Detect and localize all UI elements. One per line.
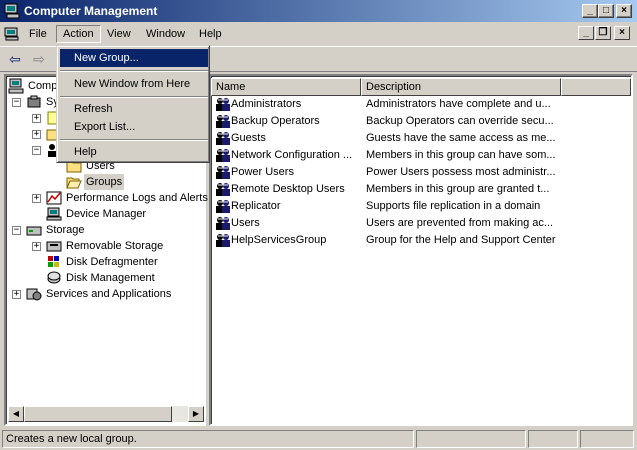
group-name: Users (231, 217, 260, 229)
child-minimize-button[interactable]: _ (578, 26, 594, 40)
expand-toggle[interactable]: + (32, 114, 41, 123)
menu-separator (60, 70, 208, 72)
tree-label: Removable Storage (66, 240, 164, 252)
menu-separator (60, 139, 208, 141)
menu-bar: File Action View Window Help _ ❐ × (0, 23, 637, 45)
device-manager-icon (46, 207, 62, 221)
tree-label: Services and Applications (46, 288, 172, 300)
window-title: Computer Management (24, 4, 158, 18)
group-name: HelpServicesGroup (231, 234, 327, 246)
column-header-description[interactable]: Description (361, 78, 561, 96)
group-icon (215, 113, 231, 129)
group-icon (215, 147, 231, 163)
group-description: Users are prevented from making ac... (366, 217, 554, 229)
status-panel-3 (528, 430, 578, 448)
tree-label: Disk Management (66, 272, 155, 284)
status-panel-2 (416, 430, 526, 448)
group-name: Replicator (231, 200, 281, 212)
scroll-left-button[interactable]: ◀ (8, 406, 24, 422)
tree-label: Disk Defragmenter (66, 256, 158, 268)
group-icon (215, 96, 231, 112)
computer-management-icon (4, 3, 20, 19)
horizontal-scrollbar[interactable]: ◀ ▶ (8, 406, 204, 422)
minimize-button[interactable]: _ (582, 4, 598, 18)
group-description: Supports file replication in a domain (366, 200, 541, 212)
menu-help[interactable]: Help (193, 25, 228, 43)
services-icon (26, 288, 42, 301)
expand-toggle[interactable]: + (32, 194, 41, 203)
group-name: Backup Operators (231, 115, 320, 127)
group-description: Members in this group are granted t... (366, 183, 550, 195)
group-name: Network Configuration ... (231, 149, 353, 161)
action-menu: New Group... New Window from Here Refres… (56, 45, 210, 163)
removable-storage-icon (46, 241, 62, 252)
computer-icon (8, 78, 24, 94)
status-bar: Creates a new local group. (0, 428, 637, 450)
maximize-button[interactable]: □ (598, 4, 614, 18)
status-text: Creates a new local group. (2, 430, 414, 448)
menu-item-export-list[interactable]: Export List... (60, 118, 208, 136)
scroll-right-button[interactable]: ▶ (188, 406, 204, 422)
group-icon (215, 181, 231, 197)
column-header-name[interactable]: Name (211, 78, 361, 96)
child-restore-button[interactable]: ❐ (595, 26, 611, 40)
mmc-document-icon[interactable] (4, 26, 20, 42)
menu-file[interactable]: File (23, 25, 53, 43)
menu-item-help[interactable]: Help (60, 143, 208, 161)
performance-icon (46, 191, 62, 205)
tools-icon (27, 95, 41, 108)
group-description: Administrators have complete and u... (366, 98, 551, 110)
storage-icon (26, 226, 42, 236)
tree-label: Performance Logs and Alerts (66, 192, 208, 204)
title-bar[interactable]: Computer Management _ □ × (0, 0, 637, 22)
tree-label: Device Manager (66, 208, 147, 220)
menu-action[interactable]: Action (56, 25, 101, 43)
back-arrow-icon[interactable]: ⇦ (6, 51, 24, 67)
tree-label: Storage (46, 224, 85, 236)
group-description: Backup Operators can override secu... (366, 115, 554, 127)
menu-item-new-window[interactable]: New Window from Here (60, 75, 208, 93)
group-description: Power Users possess most administr... (366, 166, 556, 178)
group-description: Members in this group can have som... (366, 149, 556, 161)
collapse-toggle[interactable]: − (12, 98, 21, 107)
expand-toggle[interactable]: + (32, 130, 41, 139)
group-name: Power Users (231, 166, 294, 178)
open-folder-icon (66, 177, 82, 189)
group-description: Guests have the same access as me... (366, 132, 556, 144)
menu-separator (60, 96, 208, 98)
menu-item-refresh[interactable]: Refresh (60, 100, 208, 118)
menu-window[interactable]: Window (140, 25, 191, 43)
group-description: Group for the Help and Support Center (366, 234, 556, 246)
collapse-toggle[interactable]: − (12, 226, 21, 235)
child-close-button[interactable]: × (614, 26, 630, 40)
group-list-view[interactable]: Name Description Administrators Administr… (209, 74, 633, 426)
scroll-thumb[interactable] (24, 406, 172, 422)
group-icon (215, 198, 231, 214)
forward-arrow-icon[interactable]: ⇨ (30, 51, 48, 67)
expand-toggle[interactable]: + (12, 290, 21, 299)
disk-management-icon (47, 271, 61, 284)
group-name: Administrators (231, 98, 302, 110)
menu-item-new-group[interactable]: New Group... (60, 49, 208, 67)
close-button[interactable]: × (616, 4, 632, 18)
group-icon (215, 130, 231, 146)
menu-view[interactable]: View (101, 25, 137, 43)
collapse-toggle[interactable]: − (32, 146, 41, 155)
group-icon (215, 164, 231, 180)
group-name: Remote Desktop Users (231, 183, 345, 195)
status-panel-4 (580, 430, 634, 448)
group-icon (215, 215, 231, 231)
group-icon (215, 232, 231, 248)
defragmenter-icon (48, 256, 59, 267)
expand-toggle[interactable]: + (32, 242, 41, 251)
tree-label: Groups (84, 174, 125, 190)
group-name: Guests (231, 132, 266, 144)
column-header-empty (561, 78, 631, 96)
